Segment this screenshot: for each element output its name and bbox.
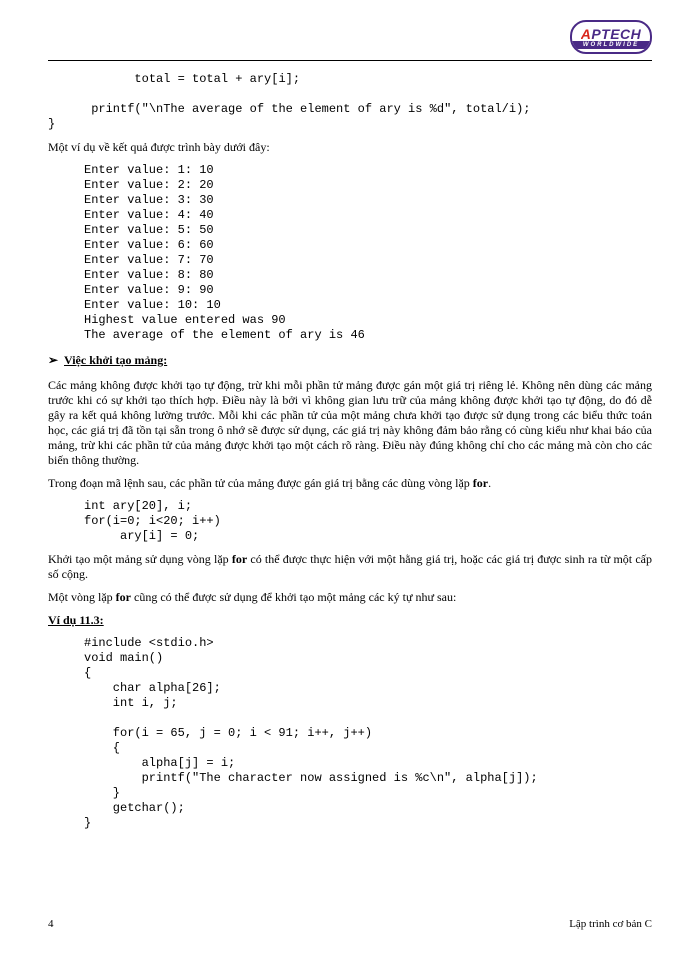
for-keyword-3: for [116,590,131,604]
for-intro-post: . [488,476,491,490]
footer-title: Lập trình cơ bản C [569,918,652,930]
logo-name: APTECH [581,26,642,41]
code-snippet-top: total = total + ary[i]; printf("\nThe av… [48,72,652,132]
section-heading-init: ➢ Việc khởi tạo mảng: [48,353,652,368]
aptech-logo: APTECH WORLDWIDE [570,20,652,54]
for-intro-pre: Trong đoạn mã lệnh sau, các phần tử của … [48,476,473,490]
init-body-paragraph: Các mảng không được khởi tạo tự động, tr… [48,378,652,468]
page-footer: 4 Lập trình cơ bản C [48,918,652,930]
for-keyword-2: for [232,552,247,566]
for-body-pre: Khởi tạo một mảng sử dụng vòng lặp [48,552,232,566]
page-number: 4 [48,918,54,930]
for-char-pre: Một vòng lặp [48,590,116,604]
header-rule [48,60,652,61]
heading-init-text: Việc khởi tạo mảng: [64,353,167,367]
for-keyword-1: for [473,476,488,490]
for-char-paragraph: Một vòng lặp for cũng có thể được sử dụn… [48,590,652,605]
program-output: Enter value: 1: 10 Enter value: 2: 20 En… [84,163,652,343]
code-example-11-3: #include <stdio.h> void main() { char al… [84,636,652,831]
result-intro-text: Một ví dụ về kết quả được trình bày dưới… [48,140,652,155]
code-for-init: int ary[20], i; for(i=0; i<20; i++) ary[… [84,499,652,544]
for-char-post: cũng có thể được sử dụng để khởi tạo một… [131,590,456,604]
for-intro-paragraph: Trong đoạn mã lệnh sau, các phần tử của … [48,476,652,491]
example-label: Ví dụ 11.3: [48,613,652,628]
for-body-paragraph: Khởi tạo một mảng sử dụng vòng lặp for c… [48,552,652,582]
page-content: total = total + ary[i]; printf("\nThe av… [48,72,652,831]
arrow-icon: ➢ [48,353,60,368]
logo-tagline: WORLDWIDE [572,41,650,49]
